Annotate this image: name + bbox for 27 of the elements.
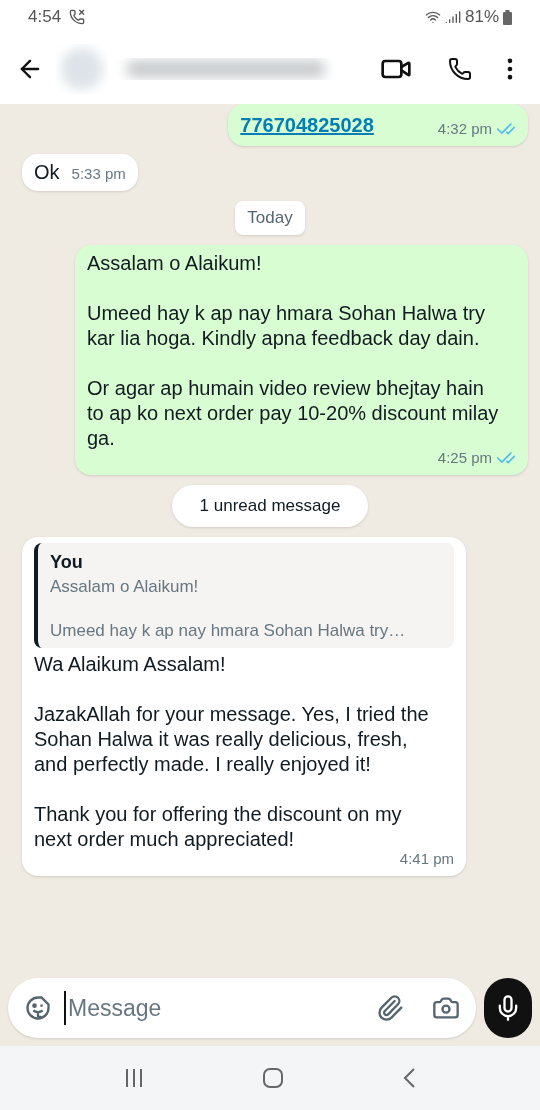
received-message-bubble[interactable] [22, 536, 466, 876]
sent-message-bubble[interactable]: 776704825028 4:32 pm [228, 104, 528, 146]
quoted-message[interactable]: You Assalam o Alaikum! Umeed hay k ap nay hmara Sohan Halwa try… [34, 542, 454, 648]
date-chip: Today [235, 201, 305, 235]
clock: 4:54 [28, 6, 62, 29]
message-time: 5:33 pm [71, 163, 126, 184]
back-nav-icon[interactable] [401, 1067, 418, 1089]
received-message-bubble[interactable]: Ok 5:33 pm [22, 154, 138, 191]
phone-icon[interactable] [448, 57, 472, 81]
home-icon[interactable] [262, 1067, 284, 1089]
phone-link[interactable]: 776704825028 [240, 114, 374, 136]
voice-record-button[interactable] [484, 978, 532, 1038]
message-time: 4:32 pm [437, 118, 492, 139]
missed-call-icon [69, 9, 86, 25]
message-field[interactable]: Message [8, 978, 476, 1038]
battery-icon [503, 9, 512, 25]
unread-banner: 1 unread message [171, 485, 369, 527]
quote-author: You [50, 550, 84, 574]
message-text: Ok [34, 160, 60, 185]
message-input[interactable]: Message [64, 990, 364, 1026]
quoted-text: Assalam o Alaikum! Umeed hay k ap nay hmara Sohan Halwa try… [50, 575, 407, 642]
signal-icon [444, 9, 461, 25]
sent-message-bubble[interactable] [75, 244, 528, 475]
wifi-icon [424, 9, 441, 25]
sticker-icon[interactable] [24, 994, 52, 1022]
attach-icon[interactable] [376, 994, 404, 1022]
battery-percent: 81% [464, 6, 499, 29]
